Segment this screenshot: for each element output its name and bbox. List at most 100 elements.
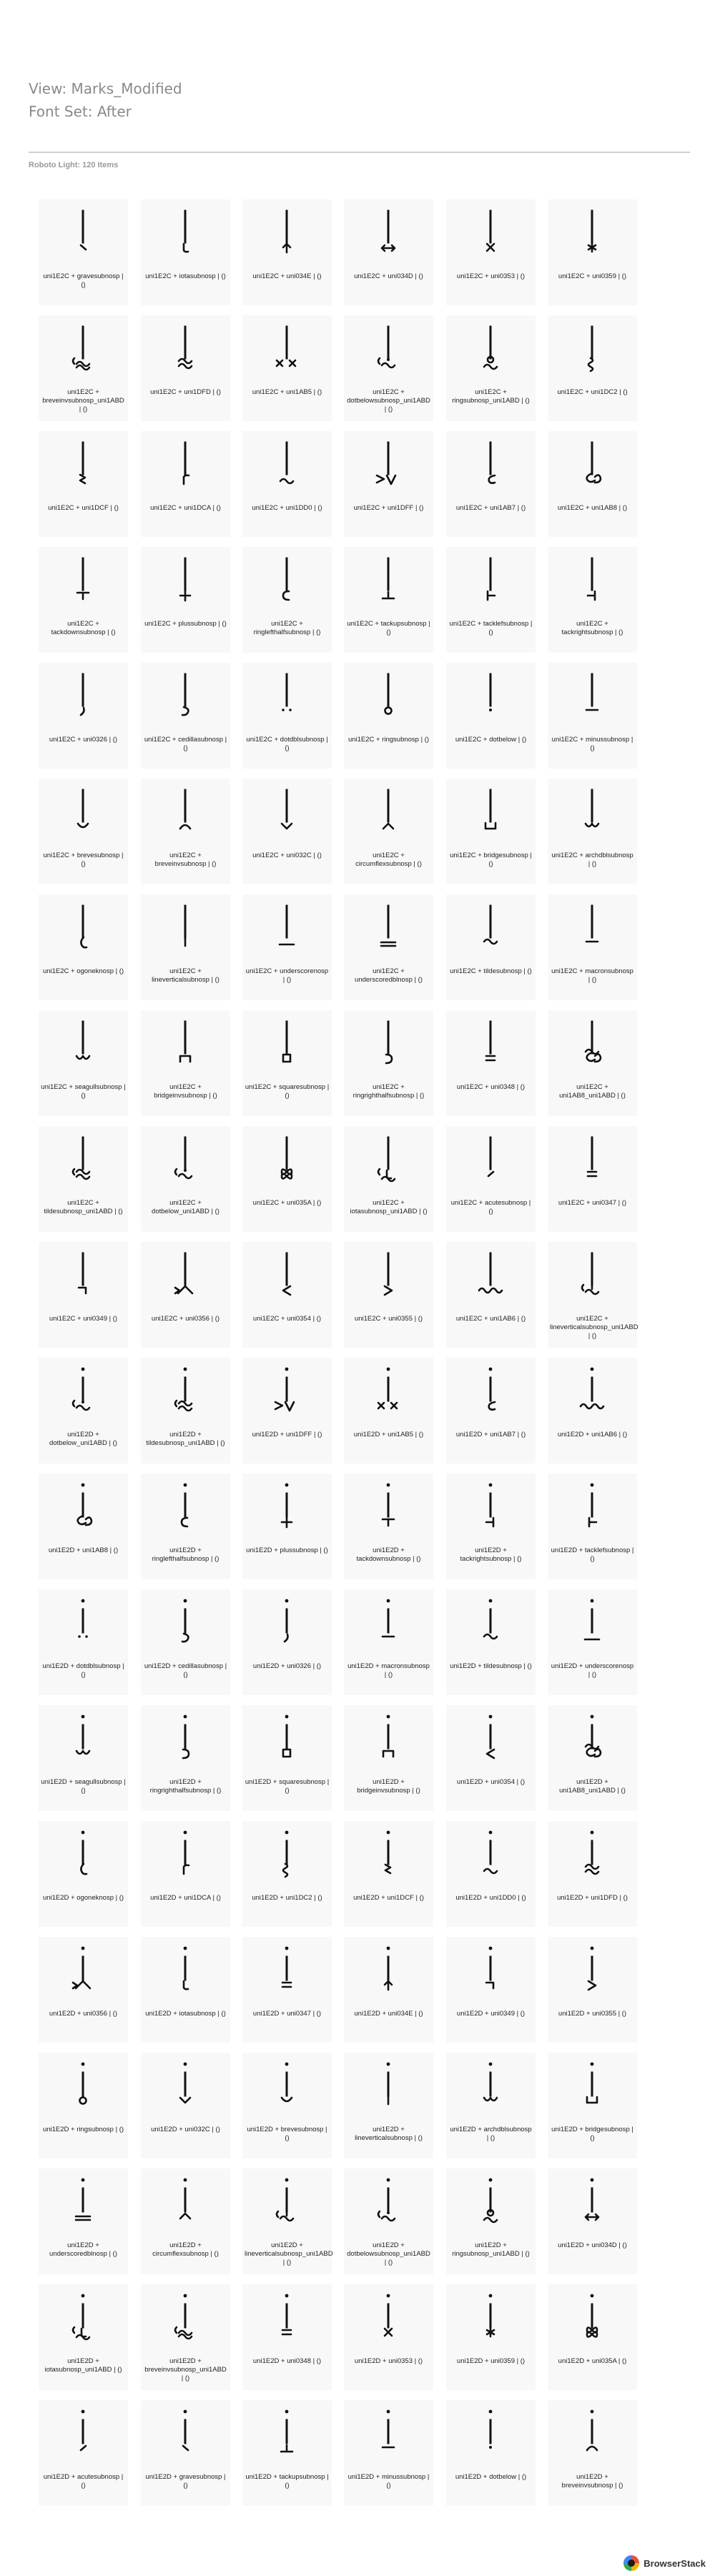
glyph-cell: uni1E2D + uni1AB8_uni1ABD | () xyxy=(548,1705,637,1811)
glyph-label: uni1E2C + underscorenosp | () xyxy=(245,967,329,984)
wiggly-glyph-icon xyxy=(478,1252,503,1294)
glyph-cell: uni1E2D + uni1DD0 | () xyxy=(446,1821,536,1927)
r-glyph-icon xyxy=(182,441,190,485)
breve-glyph-icon xyxy=(280,2062,293,2103)
lessthan-glyph-icon xyxy=(485,1714,495,1760)
rightarrowhead-up-glyph-icon xyxy=(174,1252,194,1295)
glyph-label: uni1E2D + uni1DCF | () xyxy=(353,1894,424,1902)
glyph-label: uni1E2D + ringsubnosp_uni1ABD | () xyxy=(452,2241,530,2258)
glyph-cell: uni1E2C + uni0354 | () xyxy=(242,1242,332,1348)
plus-glyph-icon xyxy=(280,1483,293,1529)
glyph-label: uni1E2C + uni1DFF | () xyxy=(353,504,424,512)
bridgeinv-glyph-icon xyxy=(179,1020,192,1063)
glyph-label: uni1E2C + tackupsubnosp | () xyxy=(347,620,430,636)
breveinv-glyph-icon xyxy=(586,2409,598,2452)
comma-glyph-icon xyxy=(283,1599,289,1643)
glyph-label: uni1E2C + uni0355 | () xyxy=(354,1315,423,1323)
glyph-cell: uni1E2C + lineverticalsubnosp_uni1ABD | … xyxy=(548,1242,638,1348)
glyph-cell: uni1E2D + uni0348 | () xyxy=(242,2284,332,2390)
linevert-tilde-glyph-icon xyxy=(581,1252,600,1296)
tackup-glyph-icon xyxy=(381,557,395,600)
glyph-cell: uni1E2C + breveinvsubnosp | () xyxy=(141,779,230,884)
glyph-cell: uni1E2D + uni1AB7 | () xyxy=(446,1358,536,1464)
glyph-cell: uni1E2C + uni0355 | () xyxy=(344,1242,433,1348)
glyph-cell: uni1E2C + tacklefsubnosp | () xyxy=(446,547,536,653)
glyph-label: uni1E2C + uni0347 | () xyxy=(558,1199,627,1207)
glyph-label: uni1E2D + macronsubnosp | () xyxy=(347,1662,430,1679)
glyph-label: uni1E2D + ringlefthalfsubnosp | () xyxy=(152,1546,220,1563)
glyph-label: uni1E2D + uni0353 | () xyxy=(354,2357,423,2365)
glyph-label: uni1E2D + uni1DC2 | () xyxy=(252,1894,322,1902)
glyph-cell: uni1E2D + plussubnosp | () xyxy=(242,1474,332,1579)
glyph-cell: uni1E2C + bridgesubnosp | () xyxy=(446,779,536,884)
tackright-glyph-icon xyxy=(485,1483,495,1528)
glyph-label: uni1E2D + uni0359 | () xyxy=(456,2357,526,2365)
glyph-cell: uni1E2C + uni0347 | () xyxy=(548,1126,637,1232)
glyph-cell: uni1E2D + squaresubnosp | () xyxy=(242,1705,332,1811)
glyph-label: uni1E2C + iotasubnosp | () xyxy=(145,272,226,280)
bridge-glyph-icon xyxy=(484,789,497,830)
tilde-glyph-icon xyxy=(483,904,498,945)
glyph-cell: uni1E2C + ogoneknosp | () xyxy=(39,894,128,1000)
glyph-label: uni1E2D + uni0347 | () xyxy=(252,2010,322,2018)
glyph-label: uni1E2D + lineverticalsubnosp | () xyxy=(355,2126,423,2142)
glyph-cell: uni1E2C + dotbelow_uni1ABD | () xyxy=(141,1126,230,1232)
glyph-label: uni1E2C + uni0359 | () xyxy=(558,272,627,280)
doubleopen-tilde-glyph-icon xyxy=(584,1020,602,1063)
dotbelow-tilde-glyph-icon xyxy=(377,325,396,369)
glyph-cell: uni1E2C + iotasubnosp | () xyxy=(141,199,230,305)
glyph-cell: uni1E2D + macronsubnosp | () xyxy=(344,1589,433,1695)
glyph-label: uni1E2D + bridgeinvsubnosp | () xyxy=(357,1778,420,1795)
glyph-cell: uni1E2D + uni035A | () xyxy=(548,2284,637,2390)
glyph-cell: uni1E2C + tackupsubnosp | () xyxy=(344,547,433,653)
glyph-cell: uni1E2D + lineverticalsubnosp | () xyxy=(344,2053,433,2158)
glyph-cell: uni1E2D + breveinvsubnosp | () xyxy=(548,2400,637,2506)
glyph-label: uni1E2C + dotbelow_uni1ABD | () xyxy=(152,1199,220,1215)
glyph-label: uni1E2D + uni034D | () xyxy=(558,2241,627,2249)
glyph-label: uni1E2D + uni1DD0 | () xyxy=(455,1894,526,1902)
glyph-label: uni1E2D + uni1DFF | () xyxy=(252,1431,322,1438)
glyph-label: uni1E2C + archdblsubnosp | () xyxy=(551,852,633,868)
grave-glyph-icon xyxy=(79,209,87,251)
glyph-cell: uni1E2D + uni1DCF | () xyxy=(344,1821,433,1927)
glyph-label: uni1E2C + uni032C | () xyxy=(252,852,322,859)
glyph-cell: uni1E2D + underscoredblnosp | () xyxy=(39,2168,128,2274)
minus-glyph-icon xyxy=(381,2409,395,2449)
minus-glyph-icon xyxy=(585,673,599,711)
tilde-low-glyph-icon xyxy=(279,441,295,485)
glyph-label: uni1E2C + uni1AB7 | () xyxy=(455,504,526,512)
tilde-low-glyph-icon xyxy=(483,1830,498,1875)
glyph-label: uni1E2C + uni1AB8 | () xyxy=(557,504,628,512)
glyph-label: uni1E2D + dotbelow | () xyxy=(455,2473,527,2481)
glyph-label: uni1E2C + squaresubnosp | () xyxy=(245,1083,330,1100)
glyph-cell: uni1E2D + uni1DFD | () xyxy=(548,1821,637,1927)
glyph-label: uni1E2D + uni1DCA | () xyxy=(150,1894,221,1902)
glyph-cell: uni1E2C + uni1DCF | () xyxy=(39,431,128,537)
almostequal-glyph-icon xyxy=(584,1830,600,1875)
browserstack-logo-icon xyxy=(623,2555,640,2571)
glyph-label: uni1E2D + uni0354 | () xyxy=(456,1778,526,1786)
glyph-cell: uni1E2D + ringrighthalfsubnosp | () xyxy=(141,1705,230,1811)
glyph-cell: uni1E2C + dotdblsubnosp | () xyxy=(242,663,332,769)
grave-glyph-icon xyxy=(182,2409,189,2452)
glyph-label: uni1E2D + plussubnosp | () xyxy=(246,1546,328,1554)
equals-glyph-icon xyxy=(281,1946,292,1988)
glyph-cell: uni1E2C + tackrightsubnosp | () xyxy=(548,547,637,653)
glyph-cell: uni1E2C + minussubnosp | () xyxy=(548,663,637,769)
glyph-cell: uni1E2D + uni1AB5 | () xyxy=(344,1358,433,1464)
glyph-label: uni1E2C + ringsubnosp_uni1ABD | () xyxy=(452,388,530,405)
ringleft-glyph-icon xyxy=(282,557,290,601)
browserstack-label: BrowserStack xyxy=(643,2557,706,2569)
glyph-label: uni1E2D + circumflexsubnosp | () xyxy=(152,2241,219,2258)
infinity-glyph-icon xyxy=(586,2294,598,2338)
glyph-label: uni1E2C + dotbelow | () xyxy=(455,736,527,744)
macron-glyph-icon xyxy=(585,904,599,943)
glyph-cell: uni1E2C + lineverticalsubnosp | () xyxy=(141,894,230,1000)
macron-glyph-icon xyxy=(381,1599,395,1638)
glyph-label: uni1E2C + macronsubnosp | () xyxy=(551,967,633,984)
glyph-label: uni1E2C + iotasubnosp_uni1ABD | () xyxy=(350,1199,428,1215)
glyph-label: uni1E2C + seagullsubnosp | () xyxy=(41,1083,126,1100)
glyph-label: uni1E2D + dotdblsubnosp | () xyxy=(42,1662,124,1679)
tilde-tilde-glyph-icon xyxy=(71,1136,91,1180)
glyph-cell: uni1E2D + uni0349 | () xyxy=(446,1937,536,2043)
